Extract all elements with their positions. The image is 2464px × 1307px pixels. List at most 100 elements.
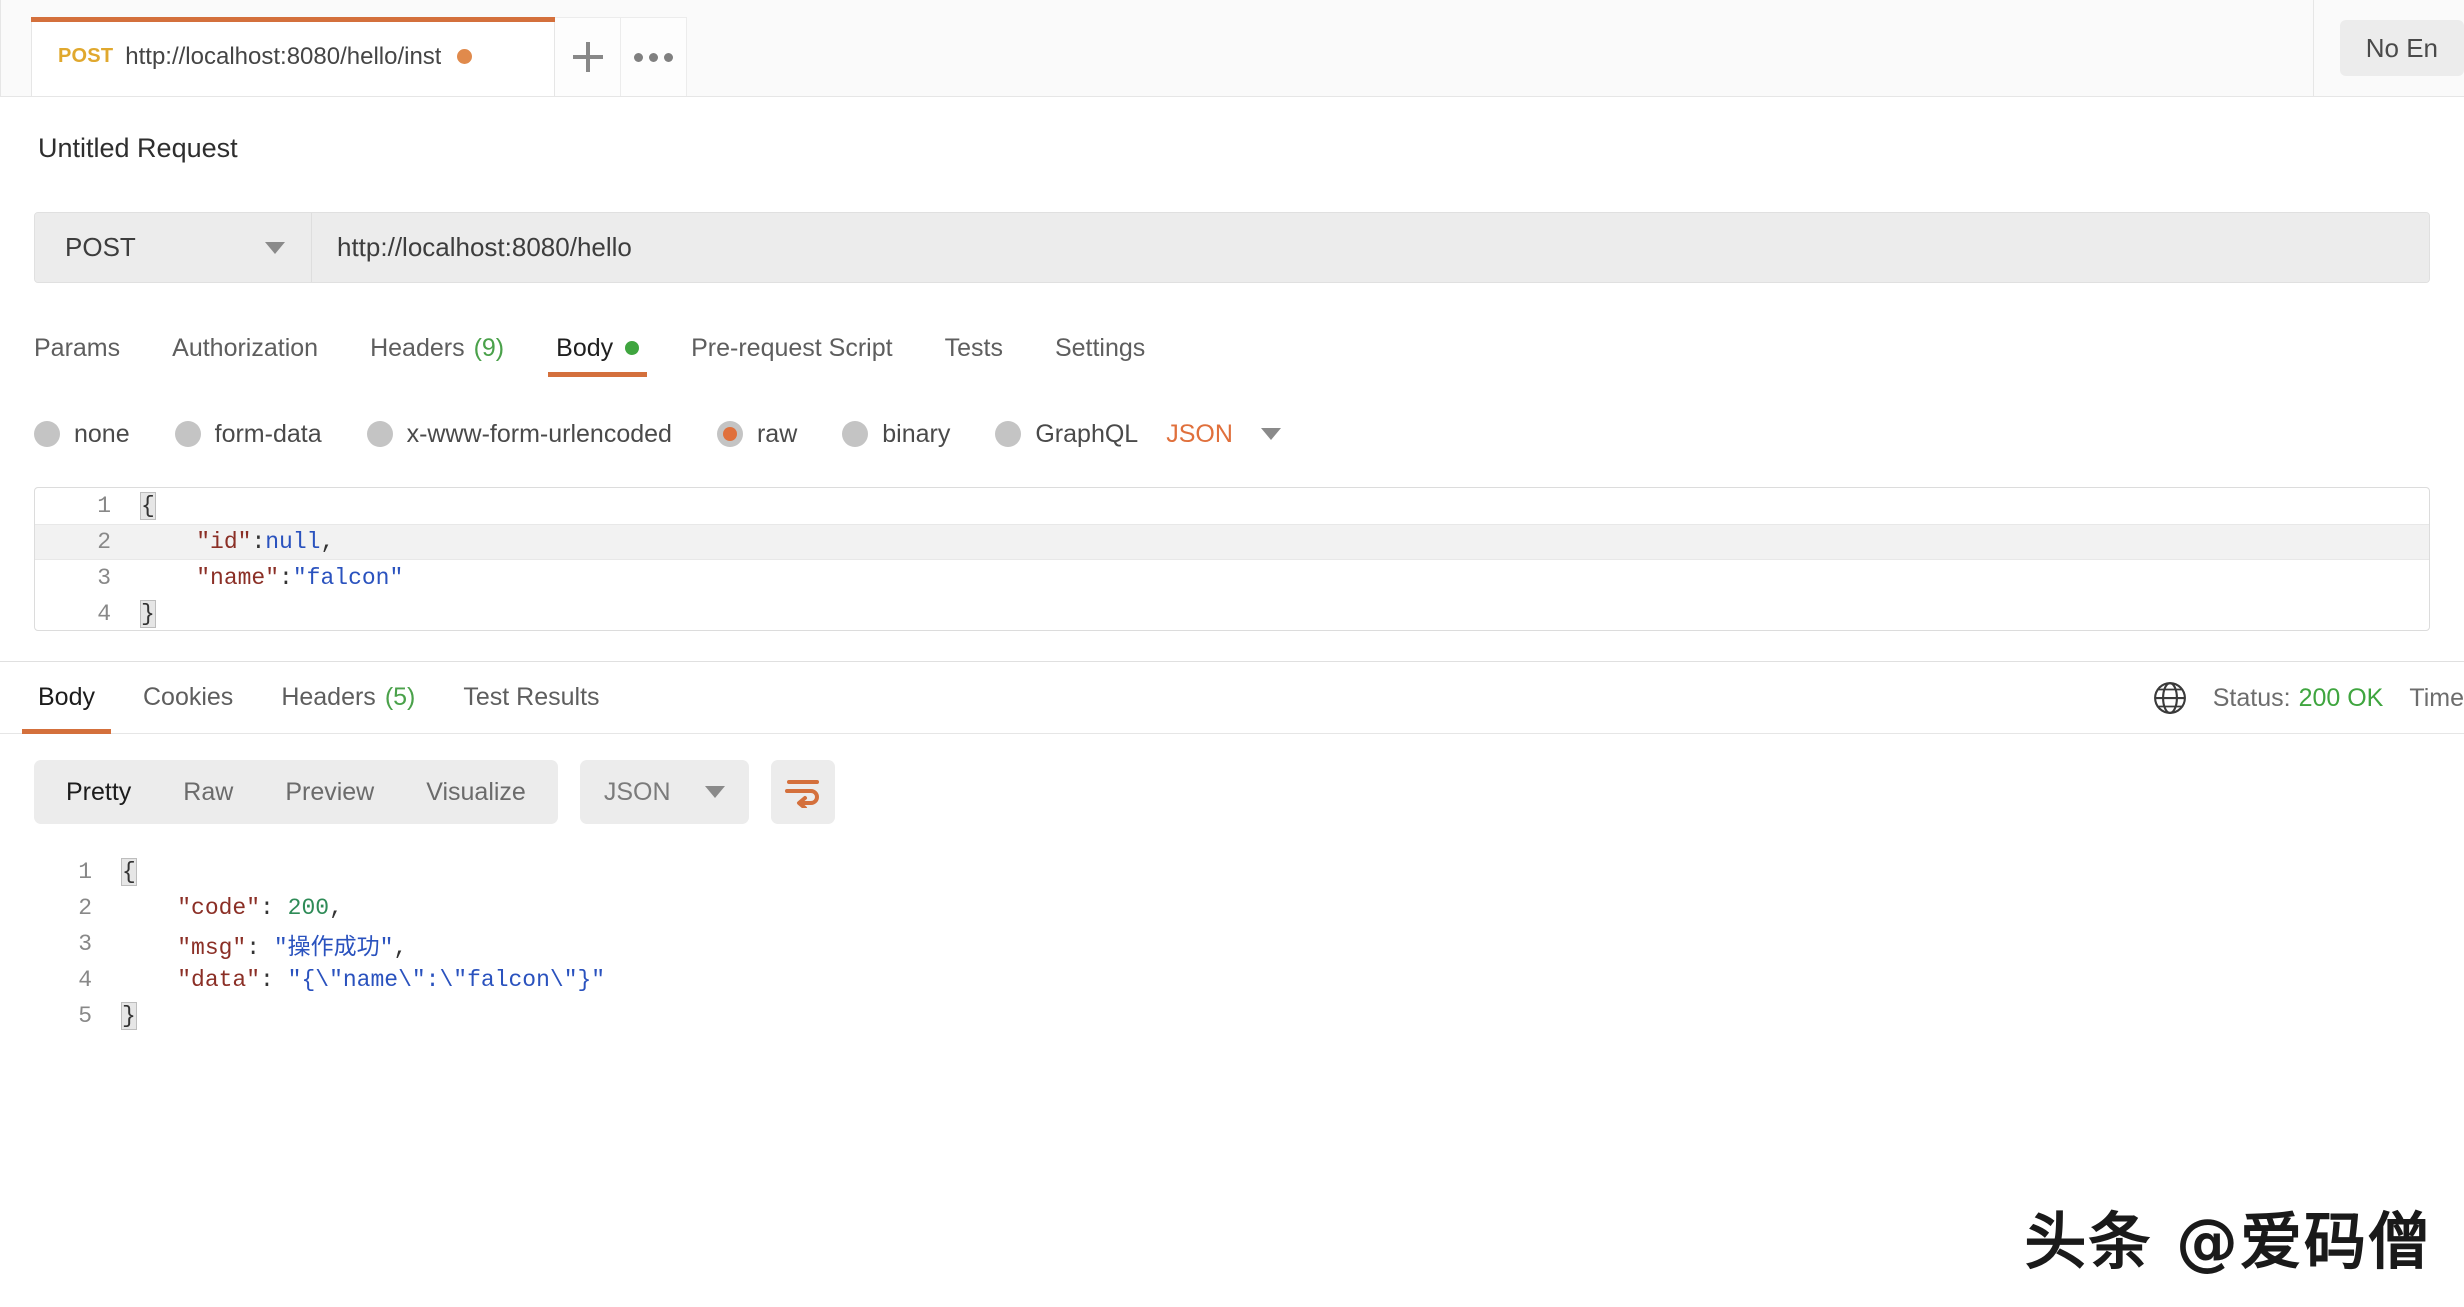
globe-icon[interactable] xyxy=(2153,681,2187,715)
new-tab-button[interactable] xyxy=(555,17,621,96)
json-key: "msg" xyxy=(177,935,246,961)
view-mode-preview[interactable]: Preview xyxy=(259,760,400,824)
json-colon: : xyxy=(251,529,265,555)
code-content: "data": "{\"name\":\"falcon\"}" xyxy=(112,967,605,993)
response-tab-body[interactable]: Body xyxy=(14,662,119,734)
body-type-urlencoded-label: x-www-form-urlencoded xyxy=(407,420,672,449)
body-type-form-data[interactable]: form-data xyxy=(175,420,322,449)
response-tab-headers[interactable]: Headers (5) xyxy=(257,662,439,734)
tab-params-label: Params xyxy=(34,334,120,363)
body-type-urlencoded[interactable]: x-www-form-urlencoded xyxy=(367,420,672,449)
view-mode-raw-label: Raw xyxy=(183,778,233,807)
tab-tests[interactable]: Tests xyxy=(919,319,1029,377)
code-content: "code": 200, xyxy=(112,895,343,921)
tab-authorization-label: Authorization xyxy=(172,334,318,363)
code-line: 3 "name":"falcon" xyxy=(35,560,2429,596)
radio-icon-none xyxy=(34,421,60,447)
json-brace: } xyxy=(122,1003,136,1029)
json-value: 200 xyxy=(288,895,329,921)
response-pane: Body Cookies Headers (5) Test Results St… xyxy=(0,662,2464,1034)
body-type-form-data-label: form-data xyxy=(215,420,322,449)
tab-options-button[interactable] xyxy=(621,17,687,96)
code-line: 5 } xyxy=(16,998,2464,1034)
body-type-binary-label: binary xyxy=(882,420,950,449)
code-line: 4 "data": "{\"name\":\"falcon\"}" xyxy=(16,962,2464,998)
http-method-value: POST xyxy=(65,232,136,263)
request-tab-active[interactable]: POST http://localhost:8080/hello/inst xyxy=(31,17,555,96)
json-brace: { xyxy=(122,859,136,885)
line-number: 4 xyxy=(16,967,112,993)
code-line: 1 { xyxy=(16,854,2464,890)
code-content: } xyxy=(131,601,155,627)
json-colon: : xyxy=(279,565,293,591)
http-method-select[interactable]: POST xyxy=(35,213,312,282)
json-key: "code" xyxy=(177,895,260,921)
json-comma: , xyxy=(393,935,407,961)
response-view-mode-group: Pretty Raw Preview Visualize xyxy=(34,760,558,824)
code-content: { xyxy=(112,859,136,885)
json-brace: } xyxy=(141,601,155,627)
response-status-bar: Status:200 OK Time xyxy=(2153,662,2464,734)
code-content: "name":"falcon" xyxy=(131,565,403,591)
response-tab-test-results[interactable]: Test Results xyxy=(439,662,623,734)
body-type-none[interactable]: none xyxy=(34,420,130,449)
json-brace: { xyxy=(141,493,155,519)
raw-format-select[interactable]: JSON xyxy=(1166,420,1281,449)
request-pane: Untitled Request POST http://localhost:8… xyxy=(0,97,2464,662)
tab-pre-request-script[interactable]: Pre-request Script xyxy=(665,319,918,377)
code-content: "id":null, xyxy=(131,529,334,555)
line-number: 3 xyxy=(35,565,131,591)
tab-tests-label: Tests xyxy=(945,334,1003,363)
ellipsis-icon xyxy=(634,53,673,62)
code-content: { xyxy=(131,493,155,519)
json-comma: , xyxy=(329,895,343,921)
json-colon: : xyxy=(246,935,274,961)
view-mode-visualize[interactable]: Visualize xyxy=(400,760,552,824)
code-line: 1 { xyxy=(35,488,2429,524)
response-tab-cookies-label: Cookies xyxy=(143,683,233,712)
tab-settings[interactable]: Settings xyxy=(1029,319,1171,377)
tab-headers-label: Headers xyxy=(370,334,465,363)
url-input[interactable]: http://localhost:8080/hello xyxy=(312,213,2429,282)
tab-body[interactable]: Body xyxy=(530,319,665,377)
view-mode-raw[interactable]: Raw xyxy=(157,760,259,824)
request-body-editor[interactable]: 1 { 2 "id":null, 3 "name":"falcon" 4 } xyxy=(34,487,2430,631)
body-type-binary[interactable]: binary xyxy=(842,420,950,449)
response-tab-body-label: Body xyxy=(38,683,95,712)
response-view-toolbar: Pretty Raw Preview Visualize JSON xyxy=(0,760,2464,824)
unsaved-changes-dot-icon xyxy=(457,49,472,64)
json-value: null xyxy=(265,529,320,555)
response-tab-cookies[interactable]: Cookies xyxy=(119,662,257,734)
radio-icon-raw xyxy=(717,421,743,447)
tab-headers-count: (9) xyxy=(474,334,505,363)
wrap-text-button[interactable] xyxy=(771,760,835,824)
json-colon: : xyxy=(260,895,288,921)
tab-pre-request-script-label: Pre-request Script xyxy=(691,334,892,363)
line-number: 1 xyxy=(35,493,131,519)
response-tab-headers-label: Headers xyxy=(281,683,376,712)
view-mode-pretty[interactable]: Pretty xyxy=(40,760,157,824)
code-content: "msg": "操作成功", xyxy=(112,927,407,961)
line-number: 1 xyxy=(16,859,112,885)
radio-icon-binary xyxy=(842,421,868,447)
line-number: 5 xyxy=(16,1003,112,1029)
radio-icon-urlencoded xyxy=(367,421,393,447)
body-type-raw-label: raw xyxy=(757,420,797,449)
line-number: 3 xyxy=(16,931,112,957)
view-mode-pretty-label: Pretty xyxy=(66,778,131,807)
request-body-code: 1 { 2 "id":null, 3 "name":"falcon" 4 } xyxy=(35,488,2429,631)
tab-settings-label: Settings xyxy=(1055,334,1145,363)
chevron-down-icon xyxy=(705,786,725,798)
environment-selector[interactable]: No En xyxy=(2340,20,2464,76)
body-type-graphql[interactable]: GraphQL xyxy=(995,420,1138,449)
request-tab-method: POST xyxy=(58,45,113,68)
radio-icon-form-data xyxy=(175,421,201,447)
tab-authorization[interactable]: Authorization xyxy=(146,319,344,377)
json-key: "data" xyxy=(177,967,260,993)
response-format-select[interactable]: JSON xyxy=(580,760,749,824)
tab-params[interactable]: Params xyxy=(34,319,146,377)
code-line: 2 "id":null, xyxy=(35,524,2429,560)
body-type-none-label: none xyxy=(74,420,130,449)
tab-headers[interactable]: Headers (9) xyxy=(344,319,530,377)
body-type-raw[interactable]: raw xyxy=(717,420,797,449)
